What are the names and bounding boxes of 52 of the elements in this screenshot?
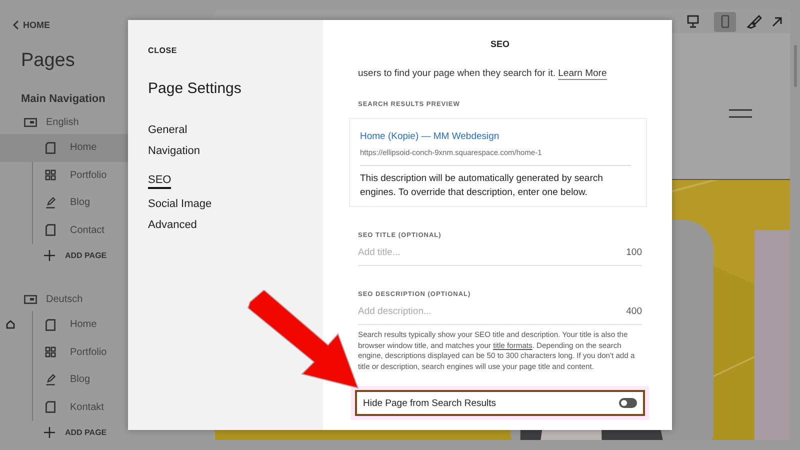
- character-counter: 100: [626, 246, 642, 258]
- settings-tab[interactable]: General: [148, 119, 188, 140]
- toggle-switch[interactable]: [619, 398, 637, 408]
- panel-title: SEO: [489, 39, 510, 49]
- page-item[interactable]: Blog: [33, 366, 128, 394]
- page-item[interactable]: Home: [33, 311, 128, 338]
- page-item[interactable]: Contact: [33, 216, 128, 244]
- grid-icon: [45, 169, 56, 182]
- page-item[interactable]: Portfolio: [33, 338, 128, 366]
- settings-tab[interactable]: Social Image: [148, 193, 212, 214]
- character-counter: 400: [626, 306, 642, 316]
- pen-icon: [45, 374, 56, 386]
- intro-text: users to find your page when they search for it. Learn More: [358, 68, 608, 79]
- toggle-label: Hide Page from Search Results: [363, 398, 496, 408]
- add-page-button[interactable]: ADD PAGE: [44, 423, 107, 441]
- monitor-icon: [687, 15, 699, 28]
- menu-icon[interactable]: [729, 109, 752, 118]
- close-button[interactable]: CLOSE: [148, 46, 178, 55]
- brush-icon[interactable]: [746, 14, 762, 28]
- settings-tab[interactable]: SEO: [148, 172, 172, 189]
- folder-icon: [24, 295, 37, 304]
- result-description: This description will be automatically generated by search engines. To override that description, enter one below.: [360, 172, 604, 200]
- input-field[interactable]: Add description...: [358, 306, 626, 316]
- page-item[interactable]: Portfolio: [33, 162, 128, 189]
- external-link-icon[interactable]: [772, 16, 782, 26]
- page-item[interactable]: Home: [0, 134, 128, 162]
- page-icon: [45, 318, 56, 331]
- chevron-left-icon: [12, 20, 19, 30]
- settings-tab[interactable]: Navigation: [148, 140, 200, 162]
- settings-tab[interactable]: Advanced: [148, 214, 197, 236]
- page-item[interactable]: Kontakt: [33, 394, 128, 421]
- section-heading: Main Navigation: [21, 93, 106, 105]
- page-icon: [45, 401, 56, 414]
- phone-icon: [719, 15, 731, 28]
- plus-icon: [44, 250, 55, 260]
- folder-icon: [24, 118, 37, 127]
- plus-icon: [44, 426, 55, 438]
- result-title: Home (Kopie) — MM Webdesign: [360, 131, 500, 142]
- language-label[interactable]: Deutsch: [46, 294, 83, 305]
- page-item[interactable]: Blog: [33, 189, 128, 216]
- add-page-button[interactable]: ADD PAGE: [44, 246, 107, 264]
- page-icon: [45, 142, 56, 154]
- page-icon: [45, 224, 56, 236]
- mobile-view-button[interactable]: [714, 12, 736, 32]
- back-link[interactable]: HOME: [12, 20, 50, 30]
- grid-icon: [45, 346, 56, 358]
- input-field[interactable]: Add title...: [358, 246, 626, 258]
- dialog-title: Page Settings: [148, 80, 242, 97]
- language-label[interactable]: English: [46, 117, 79, 128]
- pen-icon: [45, 196, 56, 209]
- learn-more-link[interactable]: Learn More: [558, 68, 607, 80]
- sidebar-title: Pages: [21, 50, 75, 72]
